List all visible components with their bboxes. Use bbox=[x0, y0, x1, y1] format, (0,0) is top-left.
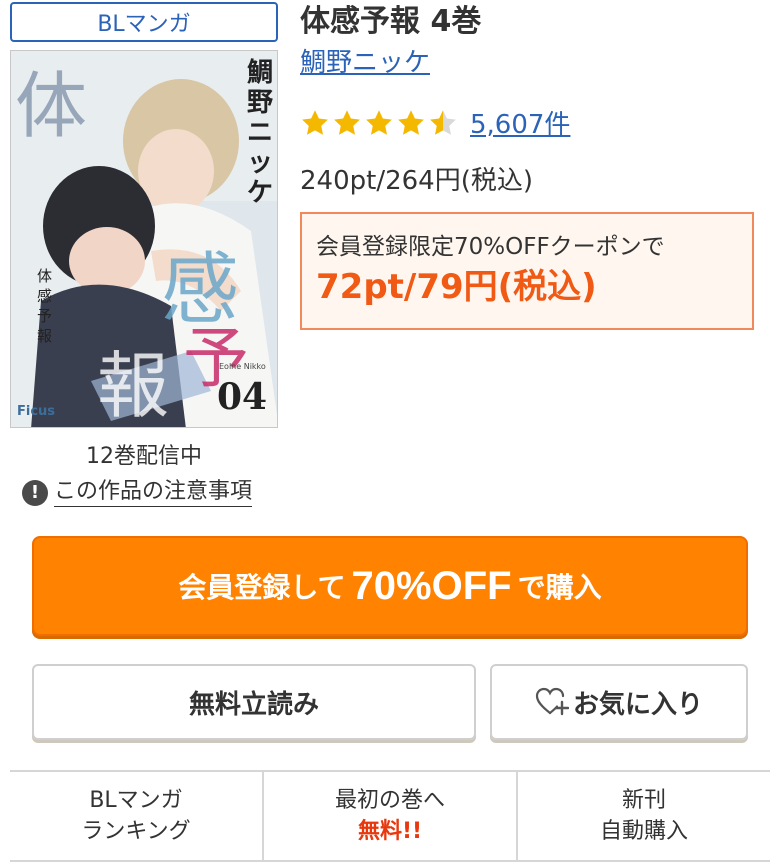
star-full-icon bbox=[334, 109, 360, 135]
cover-title-char: 体 bbox=[15, 64, 87, 148]
star-half-icon bbox=[430, 109, 456, 135]
exclamation-circle-icon: ! bbox=[22, 479, 48, 506]
cover-author-char: ケ bbox=[247, 178, 273, 208]
cover-volume-number: 04 bbox=[217, 376, 267, 418]
star-full-icon bbox=[398, 109, 424, 135]
nav-label-line: BLマンガ bbox=[89, 788, 183, 813]
coupon-price: 72pt/79円(税込) bbox=[316, 267, 597, 307]
caution-link-label: この作品の注意事項 bbox=[54, 478, 253, 507]
star-full-icon bbox=[366, 109, 392, 135]
genre-tag-bl-manga[interactable]: BLマンガ bbox=[10, 2, 278, 42]
book-cover[interactable]: 体 感 予 報 鯛 野 ニ ッ ケ 体 感 予 報 Eolne Nikko 04… bbox=[10, 50, 278, 428]
buy-button-discount: 70%OFF bbox=[351, 563, 512, 608]
add-to-favorites-label: お気に入り bbox=[572, 688, 703, 719]
cover-title-char: 報 bbox=[97, 344, 169, 428]
nav-label-line: ランキング bbox=[81, 819, 191, 844]
cover-spine-char: 感 bbox=[37, 287, 52, 305]
bottom-nav: BLマンガ ランキング 最初の巻へ 無料!! 新刊 自動購入 bbox=[10, 770, 770, 862]
rating: 5,607件 bbox=[300, 104, 570, 141]
cover-spine-char: 予 bbox=[37, 307, 52, 325]
cover-author-char: ニ bbox=[247, 118, 273, 148]
cover-publisher-logo: Ficus bbox=[17, 404, 55, 419]
cover-author-char: 鯛 bbox=[247, 58, 273, 88]
nav-first-volume[interactable]: 最初の巻へ 無料!! bbox=[262, 772, 516, 860]
nav-free-label: 無料!! bbox=[357, 819, 423, 844]
star-full-icon bbox=[302, 109, 328, 135]
nav-label-line: 最初の巻へ bbox=[334, 788, 445, 813]
nav-label-line: 新刊 bbox=[621, 788, 666, 813]
cover-author-char: 野 bbox=[247, 88, 273, 118]
cover-author-char: ッ bbox=[247, 148, 273, 178]
free-trial-read-button[interactable]: 無料立読み bbox=[32, 664, 476, 740]
nav-auto-purchase[interactable]: 新刊 自動購入 bbox=[516, 772, 770, 860]
review-count-link[interactable]: 5,607件 bbox=[470, 104, 570, 141]
cover-credit: Eolne Nikko bbox=[219, 362, 266, 371]
register-and-buy-button[interactable]: 会員登録して 70%OFF で購入 bbox=[32, 536, 748, 636]
nav-bl-ranking[interactable]: BLマンガ ランキング bbox=[10, 772, 262, 860]
coupon-offer-box: 会員登録限定70%OFFクーポンで 72pt/79円(税込) bbox=[300, 212, 754, 330]
free-trial-read-label: 無料立読み bbox=[188, 688, 319, 719]
coupon-label: 会員登録限定70%OFFクーポンで bbox=[316, 234, 665, 260]
caution-link[interactable]: ! この作品の注意事項 bbox=[22, 478, 253, 507]
buy-button-suffix: で購入 bbox=[517, 572, 602, 603]
nav-label-line: 自動購入 bbox=[599, 819, 688, 844]
cover-spine-char: 体 bbox=[37, 267, 52, 285]
buy-button-prefix: 会員登録して bbox=[178, 572, 346, 603]
add-to-favorites-button[interactable]: お気に入り bbox=[490, 664, 748, 740]
author-link[interactable]: 鯛野ニッケ bbox=[300, 46, 430, 80]
book-title: 体感予報 4巻 bbox=[300, 4, 482, 39]
star-rating bbox=[300, 108, 458, 138]
volumes-available-note: 12巻配信中 bbox=[86, 444, 202, 469]
heart-plus-icon bbox=[535, 687, 569, 716]
cover-spine-char: 報 bbox=[37, 327, 52, 345]
regular-price: 240pt/264円(税込) bbox=[300, 166, 533, 196]
